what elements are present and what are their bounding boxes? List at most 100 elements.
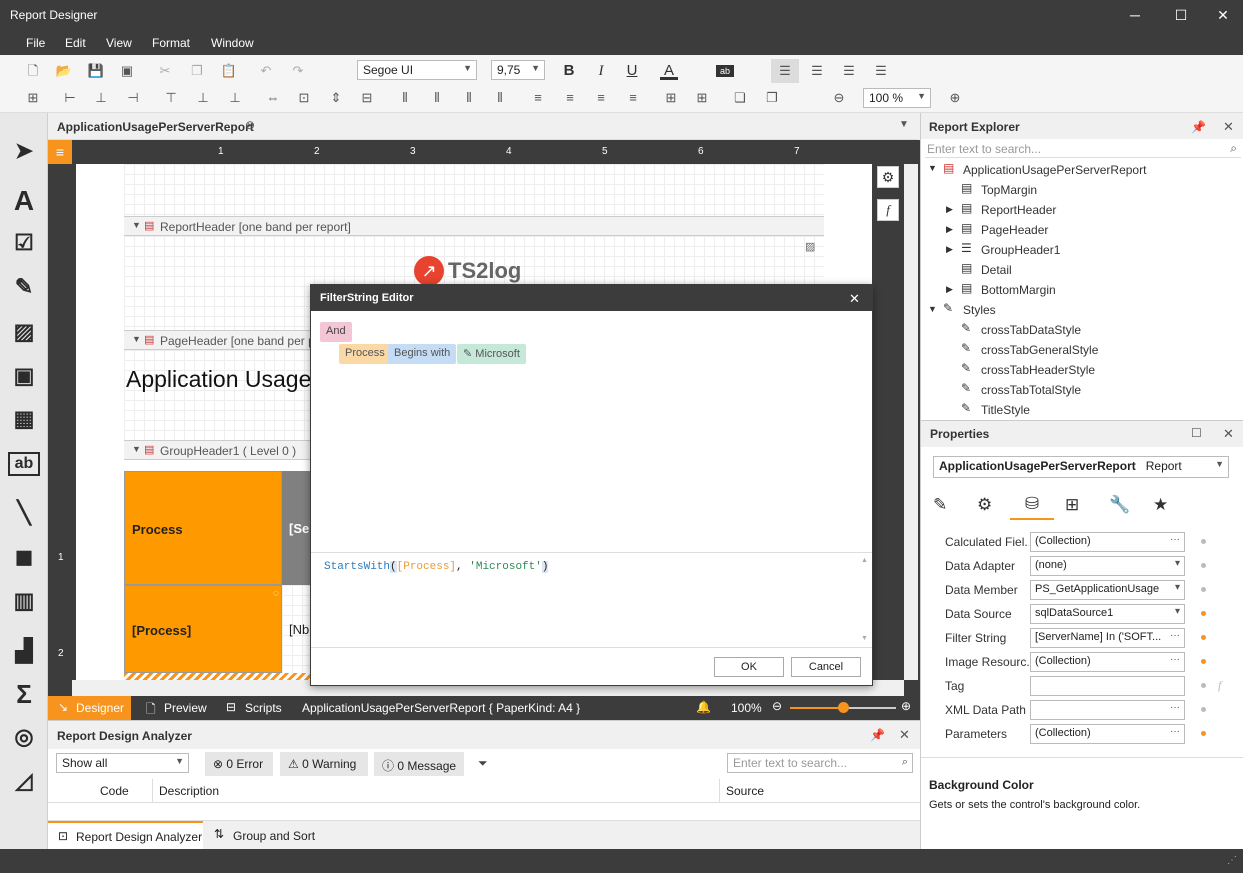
checkbox-icon[interactable]: ☑ bbox=[8, 227, 40, 259]
menu-view[interactable]: View bbox=[106, 36, 132, 50]
tab-report-design-analyzer[interactable]: ⊡ Report Design Analyzer bbox=[48, 821, 203, 849]
resize-grip-icon[interactable]: ⋰ bbox=[1227, 855, 1237, 866]
document-tab[interactable]: ApplicationUsagePerServerReport bbox=[57, 120, 254, 134]
cancel-button[interactable]: Cancel bbox=[791, 657, 861, 677]
tree-item-style[interactable]: crossTabDataStyle bbox=[981, 323, 1081, 337]
center-horizontally-icon[interactable]: ⊞ bbox=[662, 89, 680, 107]
copy-icon[interactable]: ❐ bbox=[188, 62, 206, 80]
tree-root[interactable]: ApplicationUsagePerServerReport bbox=[963, 163, 1146, 177]
field-chip[interactable]: Process bbox=[339, 344, 391, 364]
property-row[interactable]: Image Resourc... (Collection) ··· bbox=[921, 650, 1243, 674]
same-height-icon[interactable]: ⇕ bbox=[327, 89, 345, 107]
top-margin-band[interactable] bbox=[124, 164, 824, 216]
expand-icon[interactable]: ▼ bbox=[928, 304, 937, 314]
italic-button[interactable]: I bbox=[592, 62, 610, 80]
expand-icon[interactable]: ▼ bbox=[928, 163, 937, 173]
scroll-up-icon[interactable]: ▲ bbox=[861, 557, 868, 564]
column-code[interactable]: Code bbox=[100, 784, 129, 798]
size-to-grid-icon[interactable]: ⊡ bbox=[295, 89, 313, 107]
zoom-in-icon[interactable]: ⊕ bbox=[901, 699, 911, 713]
property-row[interactable]: Filter String [ServerName] In ('SOFT... ··… bbox=[921, 626, 1243, 650]
expand-icon[interactable]: ▶ bbox=[946, 284, 953, 295]
expand-icon[interactable]: ▶ bbox=[946, 224, 953, 235]
collapse-icon[interactable]: ▼ bbox=[132, 444, 141, 454]
undo-icon[interactable]: ↶ bbox=[257, 62, 275, 80]
value-chip[interactable]: ✎ Microsoft bbox=[457, 344, 526, 364]
sparkline-icon[interactable]: ◿ bbox=[8, 765, 40, 797]
center-vertically-icon[interactable]: ⊞ bbox=[693, 89, 711, 107]
bell-icon[interactable]: 🔔 bbox=[696, 700, 711, 714]
label-icon[interactable]: A bbox=[8, 185, 40, 217]
analyzer-filter-select[interactable]: Show all ▼ bbox=[56, 753, 189, 773]
pin-icon[interactable]: 📌 bbox=[1191, 120, 1206, 134]
save-icon[interactable]: 💾 bbox=[87, 62, 105, 80]
tree-item-topmargin[interactable]: TopMargin bbox=[981, 183, 1037, 197]
align-middles-icon[interactable]: ⊥ bbox=[194, 89, 212, 107]
send-to-back-icon[interactable]: ❐ bbox=[763, 89, 781, 107]
same-size-icon[interactable]: ⊟ bbox=[358, 89, 376, 107]
preview-tab[interactable]: Preview bbox=[164, 701, 207, 715]
zoom-slider-thumb[interactable] bbox=[838, 702, 849, 713]
report-header-band-label[interactable]: ▼ ▤ ReportHeader [one band per report] bbox=[124, 216, 824, 236]
chart-icon[interactable]: ▟ bbox=[8, 635, 40, 667]
tree-item-style[interactable]: TitleStyle bbox=[981, 403, 1030, 417]
align-left-icon[interactable]: ☰ bbox=[771, 59, 799, 83]
maximize-panel-icon[interactable]: ☐ bbox=[1191, 426, 1202, 440]
tab-list-icon[interactable]: ▼ bbox=[899, 119, 909, 130]
font-family-select[interactable]: Segoe UI ▼ bbox=[357, 60, 477, 80]
maximize-button[interactable]: ☐ bbox=[1158, 0, 1204, 31]
pin-icon[interactable]: 📌 bbox=[870, 728, 885, 742]
paste-icon[interactable]: 📋 bbox=[220, 62, 238, 80]
table-icon[interactable]: ▦ bbox=[8, 403, 40, 435]
tree-item-pageheader[interactable]: PageHeader bbox=[981, 223, 1048, 237]
close-tab-icon[interactable]: ⊗ bbox=[245, 118, 255, 132]
close-panel-icon[interactable]: ✕ bbox=[899, 727, 910, 743]
property-row[interactable]: Calculated Fiel... (Collection) ··· bbox=[921, 530, 1243, 554]
report-title[interactable]: Application Usage bbox=[126, 366, 311, 393]
zoom-select[interactable]: 100 % ▼ bbox=[863, 88, 931, 108]
h-spacing-increase-icon[interactable]: ⫴ bbox=[428, 89, 446, 107]
align-center-icon[interactable]: ☰ bbox=[808, 62, 826, 80]
property-row[interactable]: Parameters (Collection) ··· bbox=[921, 722, 1243, 746]
save-all-icon[interactable]: ▣ bbox=[118, 62, 136, 80]
tree-item-style[interactable]: crossTabHeaderStyle bbox=[981, 363, 1095, 377]
line-icon[interactable]: ╲ bbox=[8, 497, 40, 529]
warning-filter-button[interactable]: ⚠ 0 Warning bbox=[280, 752, 368, 776]
appearance-tab-icon[interactable]: ✎ bbox=[933, 495, 947, 515]
v-spacing-equal-icon[interactable]: ≡ bbox=[529, 89, 547, 107]
property-row[interactable]: Data Adapter (none) ▾ bbox=[921, 554, 1243, 578]
process-header-cell[interactable]: Process bbox=[124, 471, 282, 585]
picture-smart-tag-icon[interactable]: ▨ bbox=[805, 240, 815, 253]
layout-tab-icon[interactable]: ⊞ bbox=[1065, 495, 1079, 515]
sum-icon[interactable]: Σ bbox=[8, 678, 40, 710]
expand-icon[interactable]: ▶ bbox=[946, 244, 953, 255]
zoom-out-icon[interactable]: ⊖ bbox=[772, 699, 782, 713]
minimize-button[interactable]: ─ bbox=[1112, 0, 1158, 31]
h-spacing-equal-icon[interactable]: ⫴ bbox=[396, 89, 414, 107]
align-rights-icon[interactable]: ⊣ bbox=[124, 89, 142, 107]
close-window-button[interactable]: ✕ bbox=[1200, 0, 1243, 31]
filter-icon[interactable]: ⏷ bbox=[478, 756, 488, 771]
property-row[interactable]: Tag f bbox=[921, 674, 1243, 698]
collapse-icon[interactable]: ▼ bbox=[132, 220, 141, 230]
picture-icon[interactable]: ▨ bbox=[8, 316, 40, 348]
function-icon[interactable]: f bbox=[877, 199, 899, 221]
cut-icon[interactable]: ✂ bbox=[156, 62, 174, 80]
panel-icon[interactable]: ▣ bbox=[8, 360, 40, 392]
back-color-button[interactable]: ab bbox=[716, 65, 734, 77]
same-width-icon[interactable]: ⇔ bbox=[264, 89, 282, 107]
bring-to-front-icon[interactable]: ❏ bbox=[731, 89, 749, 107]
misc-tab-icon[interactable]: 🔧 bbox=[1109, 495, 1130, 515]
tree-item-groupheader1[interactable]: GroupHeader1 bbox=[981, 243, 1060, 257]
menu-format[interactable]: Format bbox=[152, 36, 190, 50]
tree-item-reportheader[interactable]: ReportHeader bbox=[981, 203, 1056, 217]
ok-button[interactable]: OK bbox=[714, 657, 784, 677]
redo-icon[interactable]: ↷ bbox=[289, 62, 307, 80]
expression-editor[interactable]: StartsWith([Process], 'Microsoft') bbox=[311, 552, 872, 647]
pointer-icon[interactable]: ➤ bbox=[8, 135, 40, 167]
v-spacing-remove-icon[interactable]: ≡ bbox=[624, 89, 642, 107]
underline-button[interactable]: U bbox=[623, 62, 641, 80]
scripts-tab[interactable]: Scripts bbox=[245, 701, 282, 715]
operator-chip[interactable]: Begins with bbox=[388, 344, 457, 364]
smart-tag-icon[interactable]: ◌ bbox=[273, 588, 279, 599]
